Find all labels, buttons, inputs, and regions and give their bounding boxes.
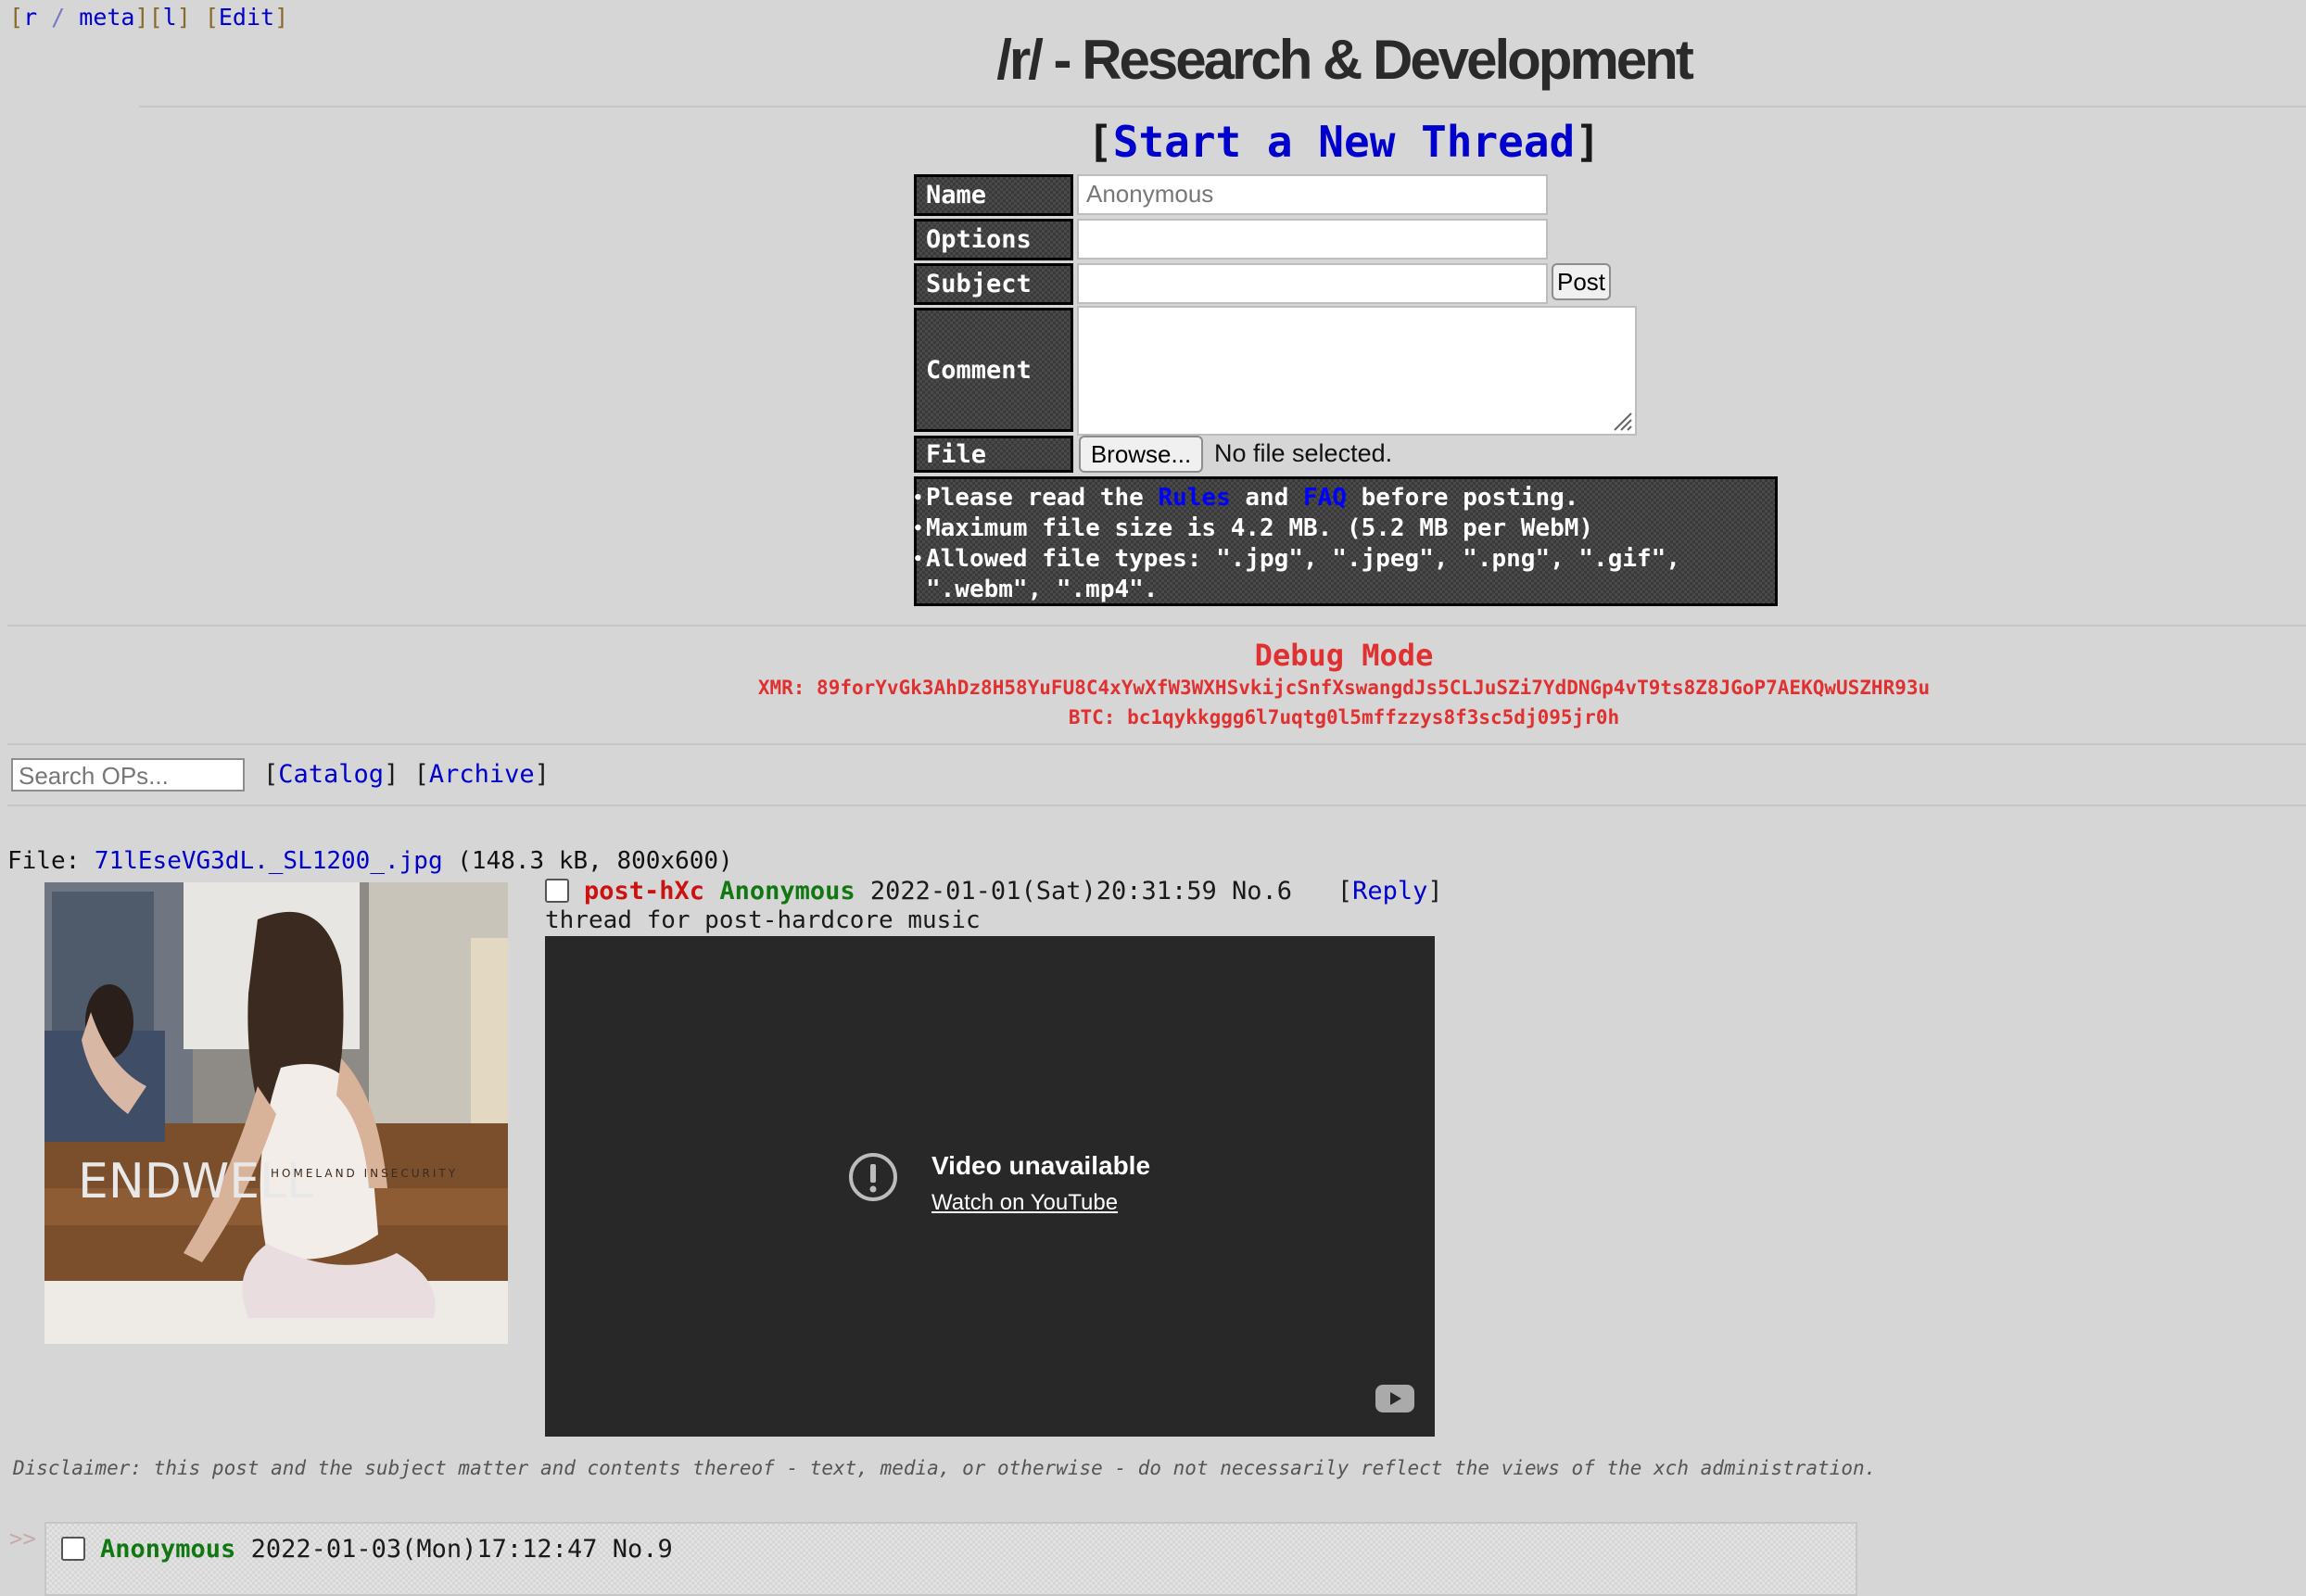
comment-label: Comment — [914, 308, 1073, 432]
post-button[interactable]: Post — [1552, 263, 1611, 300]
comment-textarea[interactable] — [1077, 306, 1637, 436]
options-input[interactable] — [1077, 219, 1548, 260]
max-file-size-item: Maximum file size is 4.2 MB. (5.2 MB per… — [913, 513, 1768, 544]
divider — [139, 106, 2306, 108]
video-unavailable-text: Video unavailable — [931, 1151, 1151, 1180]
op-poster-name: Anonymous — [719, 877, 855, 906]
op-file-link[interactable]: 71lEseVG3dL._SL1200_.jpg — [95, 847, 443, 875]
op-date: 2022-01-01(Sat)20:31:59 — [869, 877, 1217, 906]
board-link-r[interactable]: r — [23, 4, 37, 31]
alert-icon — [849, 1153, 897, 1201]
bracket: ] — [534, 760, 550, 789]
op-post-number[interactable]: No.6 — [1232, 877, 1292, 906]
new-thread-header: [Start a New Thread] — [0, 117, 2306, 167]
catalog-link[interactable]: Catalog — [278, 760, 384, 789]
youtube-logo-icon[interactable] — [1375, 1385, 1414, 1412]
reply-arrows: >> — [9, 1526, 36, 1552]
disclaimer: Disclaimer: this post and the subject ma… — [13, 1457, 1877, 1479]
file-status: No file selected. — [1214, 439, 1393, 467]
rules-link[interactable]: Rules — [1158, 484, 1230, 512]
divider — [7, 743, 2306, 745]
browse-file-button[interactable]: Browse... — [1079, 436, 1203, 473]
file-label: File — [914, 436, 1073, 473]
bracket: [ — [1087, 117, 1113, 167]
bracket: ] — [176, 4, 191, 31]
bracket: [ — [413, 760, 429, 789]
op-body: thread for post-hardcore music — [545, 906, 981, 934]
bracket: [ — [204, 4, 219, 31]
op-subject: post-hXc — [584, 877, 705, 906]
bracket: ] — [274, 4, 289, 31]
album-cover-text: ENDWELL — [78, 1154, 313, 1210]
reply-poster-name: Anonymous — [100, 1535, 236, 1564]
board-link-l[interactable]: l — [163, 4, 177, 31]
separator: / — [37, 4, 80, 31]
reply-select-checkbox[interactable] — [61, 1537, 85, 1561]
bracket: [ — [1337, 877, 1353, 906]
faq-link[interactable]: FAQ — [1303, 484, 1347, 512]
resize-handle-icon[interactable] — [1611, 410, 1633, 432]
board-link-meta[interactable]: meta — [79, 4, 134, 31]
bracket: ] — [1427, 877, 1443, 906]
bracket: [ — [263, 760, 279, 789]
rules-item: Please read the Rules and FAQ before pos… — [913, 483, 1768, 513]
start-new-thread-link[interactable]: Start a New Thread — [1113, 117, 1576, 167]
archive-link[interactable]: Archive — [429, 760, 535, 789]
reply-header: Anonymous 2022-01-03(Mon)17:12:47 No.9 — [100, 1535, 673, 1564]
bracket: [ — [9, 4, 24, 31]
reply-date: 2022-01-03(Mon)17:12:47 — [250, 1535, 598, 1564]
file-meta: (148.3 kB, 800x600) — [442, 847, 733, 875]
reply-link[interactable]: Reply — [1352, 877, 1427, 906]
bracket: ] — [384, 760, 399, 789]
reply-post-number[interactable]: No.9 — [613, 1535, 673, 1564]
bracket: [ — [148, 4, 163, 31]
subject-input[interactable] — [1077, 263, 1548, 304]
watch-on-youtube-link[interactable]: Watch on YouTube — [931, 1190, 1118, 1216]
op-thumbnail[interactable]: ENDWELL HOMELAND INSECURITY — [44, 882, 508, 1344]
allowed-types-item: Allowed file types: ".jpg", ".jpeg", ".p… — [913, 544, 1768, 605]
debug-banner: Debug Mode XMR: 89forYvGk3AhDz8H58YuFU8C… — [0, 638, 2306, 732]
subject-label: Subject — [914, 263, 1073, 305]
name-label: Name — [914, 174, 1073, 216]
album-cover-subtext: HOMELAND INSECURITY — [271, 1167, 458, 1180]
bracket: ] — [1575, 117, 1601, 167]
rules-text: and — [1230, 484, 1304, 512]
op-header: post-hXc Anonymous 2022-01-01(Sat)20:31:… — [584, 877, 1443, 906]
rules-text: Please read the — [926, 484, 1159, 512]
divider — [7, 625, 2306, 627]
debug-title: Debug Mode — [1254, 638, 1434, 673]
board-title: /r/ - Research & Development — [996, 29, 1694, 91]
board-nav: [Catalog] [Archive] — [263, 760, 550, 789]
youtube-embed[interactable]: Video unavailable Watch on YouTube — [545, 936, 1435, 1437]
edit-boardlist-link[interactable]: Edit — [219, 4, 274, 31]
search-ops-input[interactable]: Search OPs... — [11, 758, 245, 792]
board-list: [r / meta][l] [Edit] — [9, 4, 288, 31]
op-select-checkbox[interactable] — [545, 879, 569, 903]
name-input[interactable]: Anonymous — [1077, 174, 1548, 215]
bracket: ] — [134, 4, 149, 31]
rules-text: before posting. — [1346, 484, 1579, 512]
posting-rules: Please read the Rules and FAQ before pos… — [913, 476, 1778, 606]
file-prefix: File: — [7, 847, 95, 875]
op-file-info: File: 71lEseVG3dL._SL1200_.jpg (148.3 kB… — [7, 847, 733, 875]
divider — [7, 804, 2306, 806]
options-label: Options — [914, 219, 1073, 260]
btc-address: BTC: bc1qykkggg6l7uqtg0l5mffzzys8f3sc5dj… — [1068, 706, 1620, 728]
xmr-address: XMR: 89forYvGk3AhDz8H58YuFU8C4xYwXfW3WXH… — [757, 677, 1931, 699]
